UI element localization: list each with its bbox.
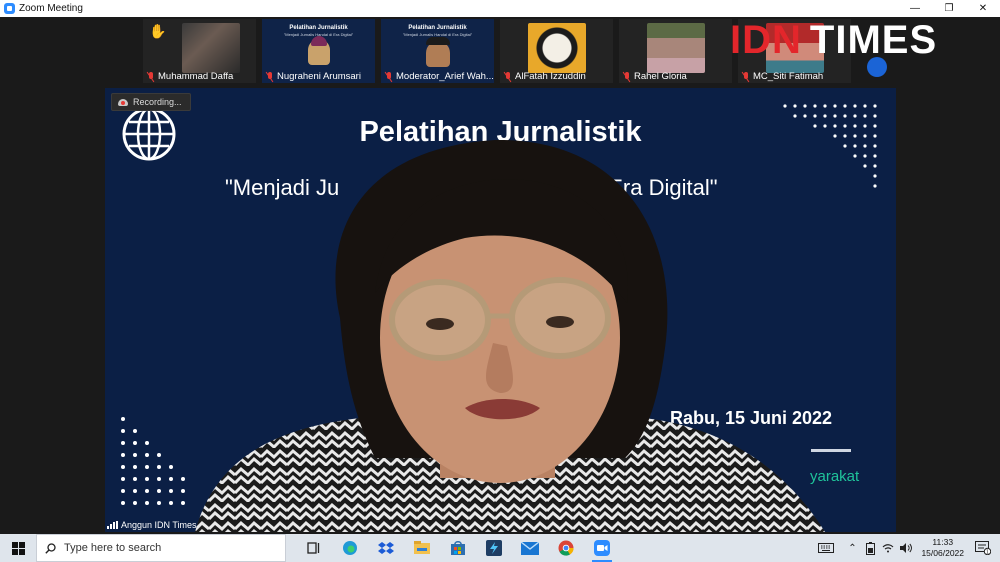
speaker-figure <box>195 139 825 532</box>
participant-name: Muhammad Daffa <box>158 71 234 82</box>
participant-name: MC_Siti Fatimah <box>753 71 824 82</box>
participant-name: Rahel Gloria <box>634 71 687 82</box>
chevron-up-icon: ⌃ <box>848 542 857 554</box>
active-speaker-video[interactable]: Pelatihan Jurnalistik "Menjadi Ju di Era… <box>105 88 896 532</box>
search-icon <box>45 542 56 554</box>
signal-strength-icon <box>107 521 118 529</box>
mic-muted-icon <box>742 71 750 82</box>
participant-tile[interactable]: ✋ Muhammad Daffa <box>143 19 256 83</box>
recording-cloud-icon <box>118 98 128 106</box>
notification-center[interactable]: 1 <box>972 534 994 562</box>
window-title: Zoom Meeting <box>19 3 83 14</box>
wifi-icon <box>883 544 894 553</box>
task-view-icon <box>307 542 320 554</box>
wifi-tray[interactable] <box>879 534 897 562</box>
speaker-name-tag: Anggun IDN Times <box>107 520 197 530</box>
search-placeholder: Type here to search <box>64 542 162 554</box>
mail-app[interactable] <box>512 534 548 562</box>
zoom-app[interactable] <box>584 534 620 562</box>
task-view-button[interactable] <box>296 534 332 562</box>
minimize-button[interactable]: — <box>898 0 932 17</box>
keyboard-tray[interactable] <box>817 534 835 562</box>
participant-name: Moderator_Arief Wah... <box>396 71 494 82</box>
mail-icon <box>521 541 539 555</box>
edge-icon <box>343 541 357 555</box>
system-tray: ⌃ 11:33 15/06/2022 1 <box>817 534 1000 562</box>
speaker-name: Anggun IDN Times <box>121 520 197 530</box>
show-hidden-icons[interactable]: ⌃ <box>843 534 861 562</box>
battery-icon <box>865 541 875 555</box>
zoom-window: Zoom Meeting — ❐ ✕ ✋ Muhammad Daffa Pela… <box>0 0 1000 562</box>
start-button[interactable] <box>0 534 36 562</box>
battery-tray[interactable] <box>861 534 879 562</box>
mic-muted-icon <box>385 71 393 82</box>
mic-muted-icon <box>266 71 274 82</box>
title-bar: Zoom Meeting — ❐ ✕ <box>0 0 1000 17</box>
participant-tile[interactable]: Pelatihan Jurnalistik "Menjadi Jurnalis … <box>262 19 375 83</box>
participant-tile[interactable]: Pelatihan Jurnalistik "Menjadi Jurnalis … <box>381 19 494 83</box>
chrome-icon <box>558 540 574 556</box>
chrome-app[interactable] <box>548 534 584 562</box>
restore-button[interactable]: ❐ <box>932 0 966 17</box>
speaker-icon <box>900 543 913 553</box>
participant-video <box>160 23 240 73</box>
svg-text:1: 1 <box>986 549 989 555</box>
mic-muted-icon <box>504 71 512 82</box>
participant-tile[interactable]: AlFatah Izzuddin <box>500 19 613 83</box>
thumb-slide-title: Pelatihan Jurnalistik <box>289 25 348 31</box>
participant-video <box>646 23 705 73</box>
file-explorer-app[interactable] <box>404 534 440 562</box>
clock-date: 15/06/2022 <box>921 548 964 558</box>
zoom-icon <box>594 540 610 556</box>
recording-label: Recording... <box>133 97 182 107</box>
thumb-slide-title: Pelatihan Jurnalistik <box>408 25 467 31</box>
file-explorer-icon <box>414 541 430 554</box>
zoom-logo-icon <box>4 3 15 14</box>
dropbox-icon <box>378 542 394 554</box>
dropbox-app[interactable] <box>368 534 404 562</box>
mic-muted-icon <box>147 71 155 82</box>
terminal-icon <box>486 540 502 556</box>
terminal-app[interactable] <box>476 534 512 562</box>
store-icon <box>451 541 465 555</box>
participant-video <box>527 23 586 73</box>
recording-indicator[interactable]: Recording... <box>111 93 191 111</box>
taskbar-clock[interactable]: 11:33 15/06/2022 <box>921 537 964 559</box>
participant-tile[interactable]: Rahel Gloria <box>619 19 732 83</box>
volume-tray[interactable] <box>897 534 915 562</box>
notification-icon: 1 <box>975 541 991 555</box>
mic-muted-icon <box>623 71 631 82</box>
windows-taskbar: Type here to search ⌃ 11:33 15/06/2022 1 <box>0 534 1000 562</box>
idn-times-watermark: IDN TIMES <box>730 17 938 62</box>
close-button[interactable]: ✕ <box>966 0 1000 17</box>
clock-time: 11:33 <box>932 537 954 547</box>
edge-app[interactable] <box>332 534 368 562</box>
participant-name: Nugraheni Arumsari <box>277 71 361 82</box>
windows-logo-icon <box>11 541 25 555</box>
store-app[interactable] <box>440 534 476 562</box>
participant-name: AlFatah Izzuddin <box>515 71 586 82</box>
window-controls: — ❐ ✕ <box>898 0 1000 17</box>
keyboard-icon <box>818 543 835 553</box>
taskbar-search[interactable]: Type here to search <box>36 534 286 562</box>
